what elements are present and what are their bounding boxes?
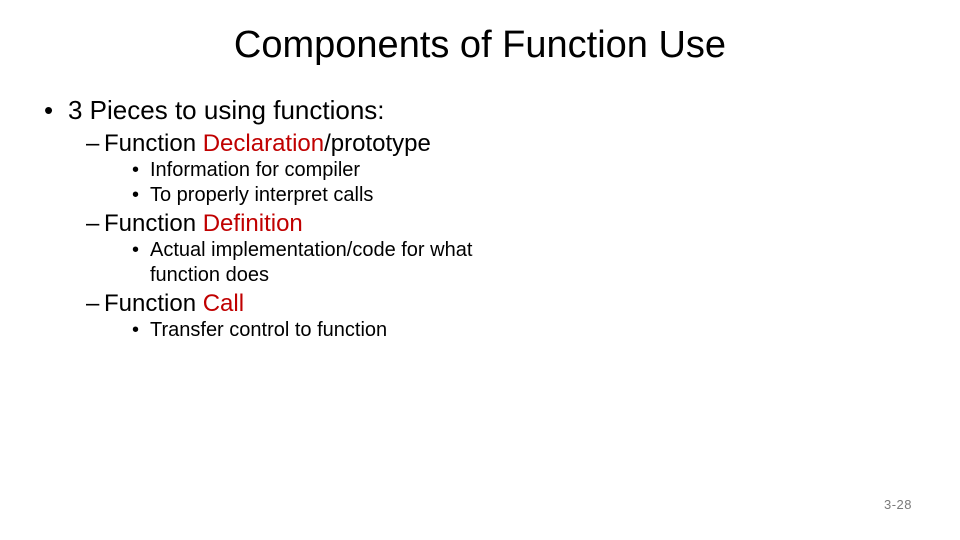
bullet-level-2: –Function Call — [86, 290, 920, 318]
bullet-dot-icon: • — [44, 95, 68, 126]
sec2-prefix: Function — [104, 210, 203, 237]
bullet-dot-icon: • — [132, 183, 150, 208]
dash-icon: – — [86, 210, 104, 238]
sec3-b1: Transfer control to function — [150, 319, 387, 341]
sec1-suffix: /prototype — [324, 130, 431, 157]
sec1-b1: Information for compiler — [150, 159, 360, 181]
sec1-red: Declaration — [203, 130, 324, 157]
dash-icon: – — [86, 130, 104, 158]
bullet-level-1: •3 Pieces to using functions: — [44, 95, 920, 126]
spacer — [132, 263, 150, 288]
bullet-level-3: •Actual implementation/code for what — [132, 238, 920, 263]
bullet-level-2: –Function Definition — [86, 210, 920, 238]
sec3-red: Call — [203, 290, 244, 317]
sec2-b1: Actual implementation/code for what — [150, 239, 472, 261]
slide: Components of Function Use •3 Pieces to … — [0, 0, 960, 540]
slide-title: Components of Function Use — [40, 24, 920, 67]
sec2-b1b: function does — [150, 264, 269, 286]
bullet-level-3: •Information for compiler — [132, 158, 920, 183]
lvl1-text: 3 Pieces to using functions: — [68, 95, 385, 125]
sec3-prefix: Function — [104, 290, 203, 317]
bullet-level-3: •Transfer control to function — [132, 318, 920, 343]
page-number: 3-28 — [884, 497, 912, 512]
bullet-dot-icon: • — [132, 318, 150, 343]
bullet-level-3: •To properly interpret calls — [132, 183, 920, 208]
sec1-prefix: Function — [104, 130, 203, 157]
dash-icon: – — [86, 290, 104, 318]
sec2-red: Definition — [203, 210, 303, 237]
bullet-level-3-cont: function does — [132, 263, 920, 288]
bullet-level-2: –Function Declaration/prototype — [86, 130, 920, 158]
bullet-dot-icon: • — [132, 158, 150, 183]
bullet-dot-icon: • — [132, 238, 150, 263]
sec1-b2: To properly interpret calls — [150, 184, 373, 206]
